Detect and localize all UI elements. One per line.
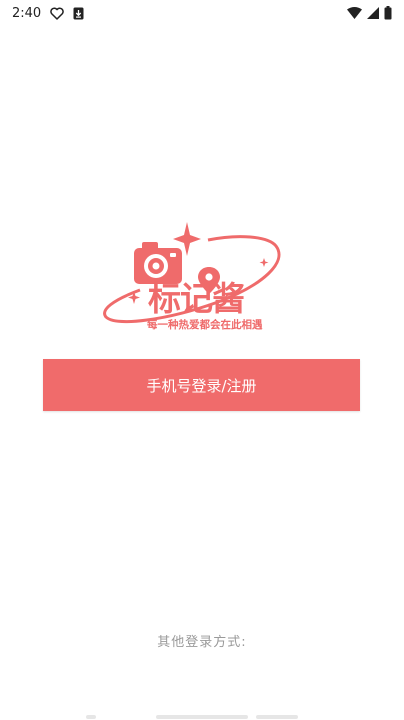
app-logo: 标记酱 每一种热爱都会在此相遇	[98, 218, 288, 338]
app-logo-tagline: 每一种热爱都会在此相遇	[147, 318, 263, 331]
download-icon	[73, 7, 84, 20]
app-logo-graphic: 标记酱 每一种热爱都会在此相遇	[103, 222, 281, 331]
app-logo-title: 标记酱	[148, 279, 244, 318]
status-time: 2:40	[12, 5, 42, 21]
bottom-partial-row	[0, 712, 404, 720]
phone-login-button[interactable]: 手机号登录/注册	[43, 359, 360, 411]
status-bar-left: 2:40	[12, 6, 84, 21]
phone-login-label: 手机号登录/注册	[146, 376, 257, 395]
battery-icon	[384, 6, 392, 20]
heart-outline-icon	[50, 7, 64, 20]
wifi-icon	[347, 7, 362, 19]
status-bar-right	[347, 6, 392, 20]
other-login-methods-label: 其他登录方式:	[157, 635, 247, 650]
status-bar: 2:40	[0, 0, 404, 26]
cellular-signal-icon	[367, 7, 379, 19]
